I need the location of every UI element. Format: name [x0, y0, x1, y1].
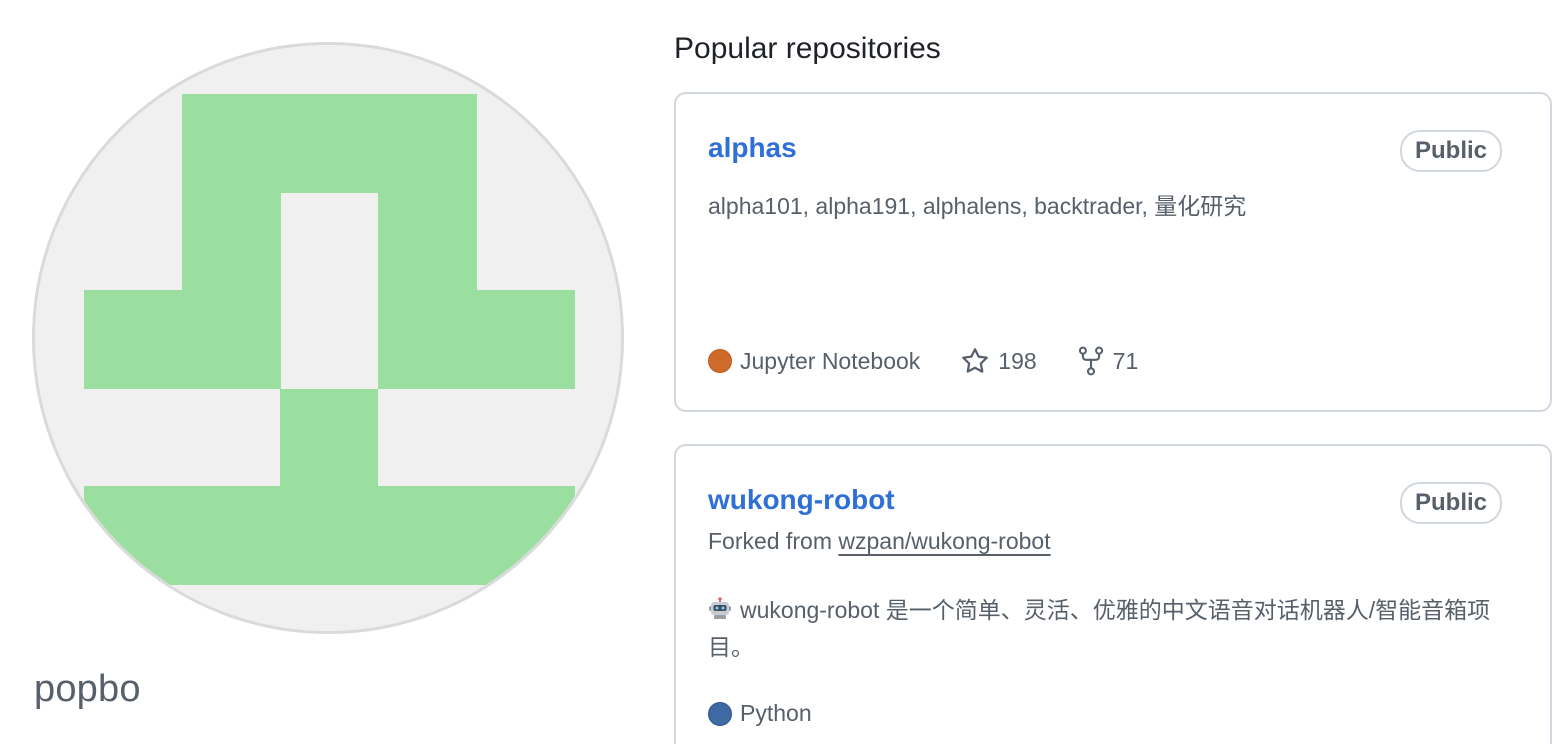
language-label: Python	[740, 700, 812, 726]
profile-username: popbo	[34, 668, 141, 710]
visibility-badge: Public	[1399, 130, 1502, 172]
repo-card: alphas Public alpha101, alpha191, alphal…	[674, 92, 1552, 412]
forks-count: 71	[1112, 347, 1139, 374]
star-icon	[962, 348, 989, 373]
forked-from-line: Forked from wzpan/wukong-robot	[708, 528, 1051, 555]
repo-meta: Jupyter Notebook 198 71	[708, 346, 1178, 376]
profile-page: popbo Popular repositories alphas Public…	[0, 0, 1556, 744]
language-label: Jupyter Notebook	[740, 347, 921, 374]
repo-language: Jupyter Notebook	[708, 348, 920, 375]
repo-description: wukong-robot 是一个简单、灵活、优雅的中文语音对话机器人/智能音箱项…	[708, 597, 1491, 660]
forked-from-link[interactable]: wzpan/wukong-robot	[838, 528, 1050, 554]
repo-description: alpha101, alpha191, alphalens, backtrade…	[708, 193, 1247, 219]
stars-count: 198	[998, 347, 1037, 374]
repo-language: Python	[708, 700, 812, 727]
repo-name-link[interactable]: wukong-robot	[708, 484, 895, 516]
forks-link[interactable]: 71	[1077, 346, 1139, 376]
popular-repositories-heading: Popular repositories	[674, 32, 941, 65]
stars-link[interactable]: 198	[960, 346, 1037, 376]
robot-emoji-icon	[709, 597, 731, 619]
identicon-graphic	[35, 45, 621, 631]
repo-card: wukong-robot Public Forked from wzpan/wu…	[674, 444, 1552, 744]
forked-from-prefix: Forked from	[708, 528, 832, 554]
repo-meta: Python	[708, 700, 852, 727]
fork-icon	[1078, 346, 1103, 376]
language-color-dot	[708, 349, 732, 373]
repo-description-block: wukong-robot 是一个简单、灵活、优雅的中文语音对话机器人/智能音箱项…	[708, 592, 1510, 666]
visibility-badge: Public	[1399, 482, 1502, 524]
language-color-dot	[708, 701, 732, 726]
avatar[interactable]	[32, 42, 624, 634]
repo-name-link[interactable]: alphas	[708, 132, 797, 164]
